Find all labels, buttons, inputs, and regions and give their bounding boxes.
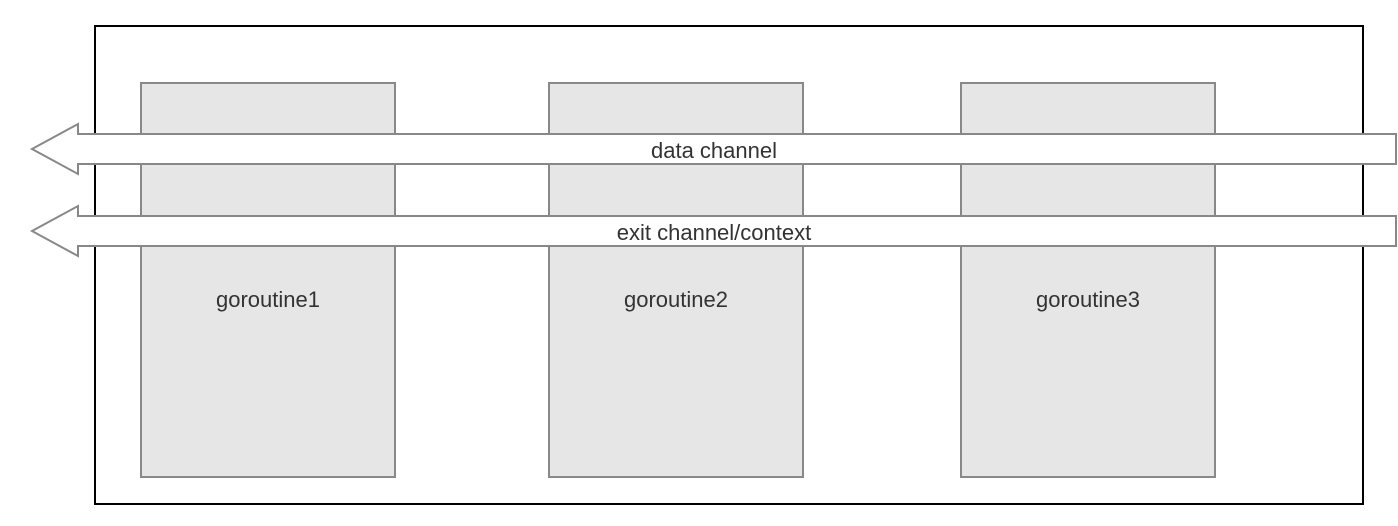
goroutine-label-3: goroutine3 bbox=[1036, 287, 1140, 313]
goroutine-label-2: goroutine2 bbox=[624, 287, 728, 313]
data-channel-label: data channel bbox=[32, 138, 1396, 164]
exit-channel-label: exit channel/context bbox=[32, 220, 1396, 246]
goroutine-label-1: goroutine1 bbox=[216, 287, 320, 313]
